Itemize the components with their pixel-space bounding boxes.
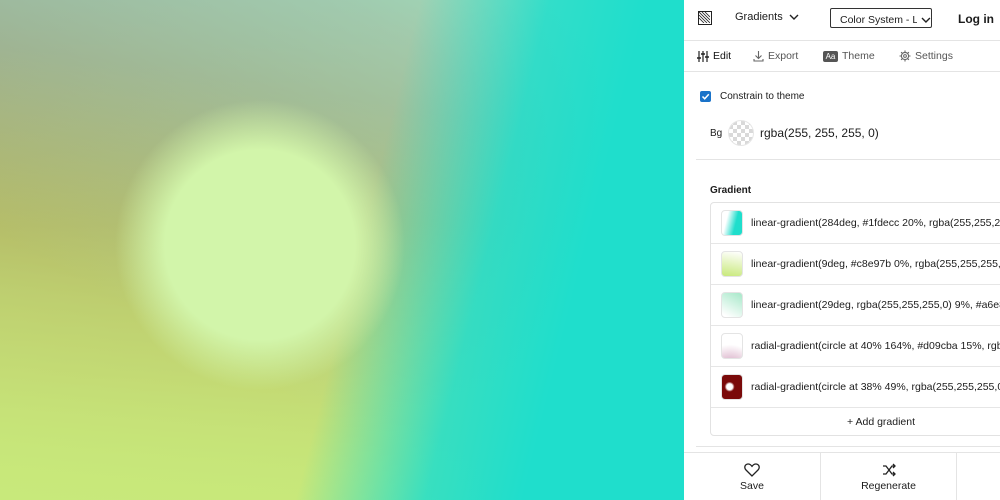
gradient-swatch[interactable] (721, 210, 743, 236)
color-system-select[interactable]: Color System - LAB (830, 8, 932, 28)
gradient-swatch[interactable] (721, 292, 743, 318)
login-link[interactable]: Log in (958, 12, 994, 26)
save-button[interactable]: Save (684, 453, 821, 500)
gradient-list: linear-gradient(284deg, #1fdecc 20%, rgb… (710, 202, 1000, 436)
chevron-down-icon (921, 17, 931, 23)
gradient-item[interactable]: linear-gradient(29deg, rgba(255,255,255,… (711, 285, 1000, 326)
gradient-preview-canvas (0, 0, 684, 500)
tab-edit[interactable]: Edit (697, 50, 731, 62)
chevron-down-icon (789, 14, 799, 20)
gradient-value: linear-gradient(29deg, rgba(255,255,255,… (751, 299, 1000, 311)
add-gradient-button[interactable]: + Add gradient (711, 408, 1000, 435)
tab-theme-label: Theme (842, 50, 875, 62)
footer-actions: Save Regenerate (684, 452, 1000, 500)
tab-export-label: Export (768, 50, 799, 62)
constrain-checkbox[interactable] (700, 91, 711, 102)
editor-panel: Gradients Color System - LAB Log in Edit… (684, 0, 1000, 500)
bg-color-swatch[interactable] (728, 120, 754, 146)
gradient-item[interactable]: radial-gradient(circle at 40% 164%, #d09… (711, 326, 1000, 367)
gradients-menu-label: Gradients (735, 11, 783, 23)
gradient-section-title: Gradient (710, 185, 752, 196)
background-color-row: Bg rgba(255, 255, 255, 0) (710, 120, 879, 146)
aa-icon: Aa (823, 50, 838, 62)
bg-label: Bg (710, 127, 723, 139)
gradient-value: linear-gradient(9deg, #c8e97b 0%, rgba(2… (751, 258, 1000, 270)
gradient-value: radial-gradient(circle at 38% 49%, rgba(… (751, 381, 1000, 393)
constrain-label: Constrain to theme (720, 91, 805, 102)
tab-bar: Edit Export Aa Theme Settings (684, 40, 1000, 72)
app-logo-icon[interactable] (698, 11, 712, 25)
heart-icon (744, 462, 760, 477)
checkmark-icon (701, 93, 710, 100)
color-system-value: Color System - LAB (840, 13, 917, 26)
gradient-value: radial-gradient(circle at 40% 164%, #d09… (751, 340, 1000, 352)
gradient-item[interactable]: linear-gradient(9deg, #c8e97b 0%, rgba(2… (711, 244, 1000, 285)
sliders-icon (697, 50, 709, 62)
divider (696, 446, 1000, 447)
bg-color-value[interactable]: rgba(255, 255, 255, 0) (760, 126, 879, 140)
tab-export[interactable]: Export (753, 50, 798, 62)
download-icon (753, 50, 764, 62)
regenerate-button[interactable]: Regenerate (821, 453, 957, 500)
regenerate-label: Regenerate (861, 479, 916, 492)
gradient-item[interactable]: linear-gradient(284deg, #1fdecc 20%, rgb… (711, 203, 1000, 244)
divider (696, 159, 1000, 160)
gradient-swatch[interactable] (721, 251, 743, 277)
shuffle-icon (882, 463, 896, 476)
gradient-item[interactable]: radial-gradient(circle at 38% 49%, rgba(… (711, 367, 1000, 408)
tab-settings[interactable]: Settings (899, 50, 953, 62)
gradients-menu-dropdown[interactable]: Gradients (735, 11, 799, 23)
gradient-value: linear-gradient(284deg, #1fdecc 20%, rgb… (751, 217, 1000, 229)
tab-edit-label: Edit (713, 50, 732, 62)
constrain-to-theme-option[interactable]: Constrain to theme (700, 91, 805, 102)
gradient-swatch[interactable] (721, 374, 743, 400)
gear-icon (899, 50, 911, 62)
tab-settings-label: Settings (915, 50, 953, 62)
gradient-swatch[interactable] (721, 333, 743, 359)
tab-theme[interactable]: Aa Theme (823, 50, 875, 62)
save-label: Save (740, 479, 764, 492)
top-bar: Gradients Color System - LAB Log in (684, 0, 1000, 38)
